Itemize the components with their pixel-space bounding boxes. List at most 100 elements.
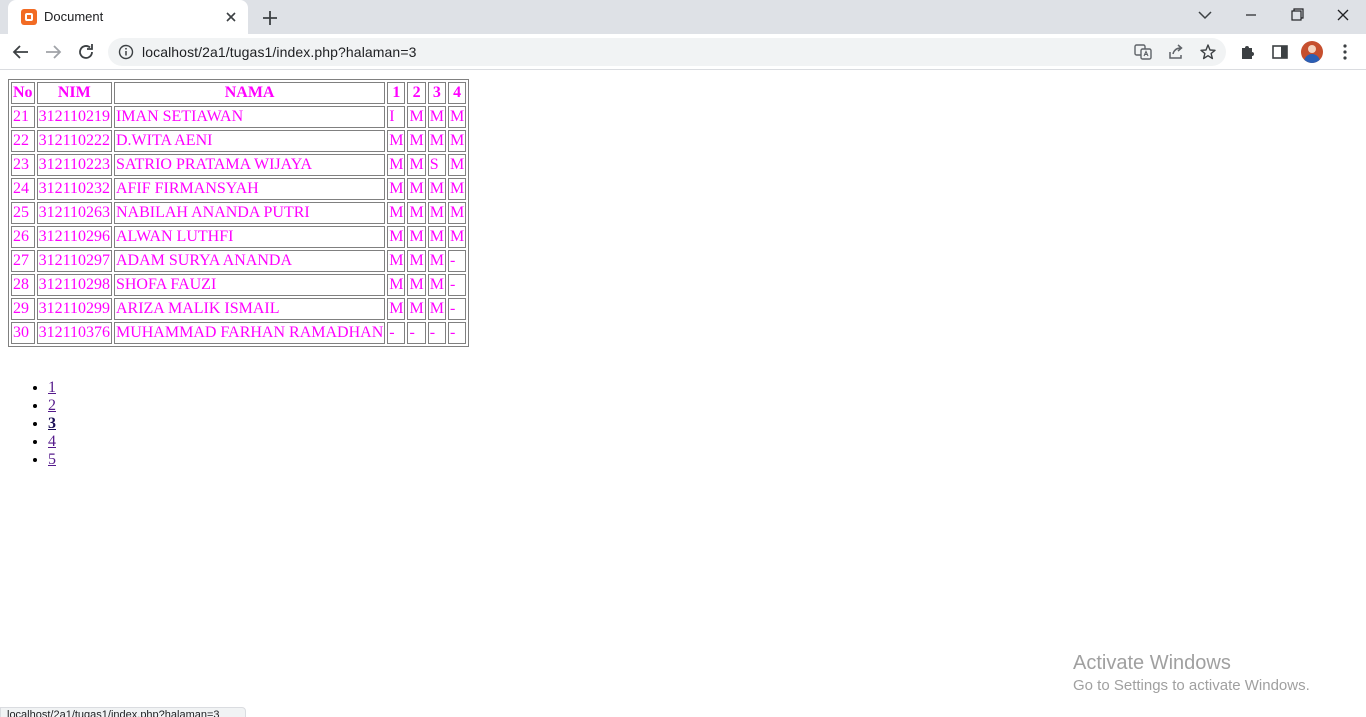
cell-nim: 312110263 — [36, 202, 112, 224]
cell-col-4: M — [447, 130, 467, 152]
cell-no: 26 — [11, 226, 35, 248]
cell-col-1: M — [387, 298, 406, 320]
close-tab-icon[interactable] — [221, 7, 241, 27]
table-row: 24 312110232 AFIF FIRMANSYAH M M M M — [11, 178, 467, 200]
avatar[interactable] — [1301, 41, 1323, 63]
page-link-5[interactable]: 5 — [48, 451, 56, 468]
cell-col-2: M — [407, 178, 426, 200]
header-col-4: 4 — [447, 82, 467, 104]
page-link-2[interactable]: 2 — [48, 397, 56, 414]
cell-col-1: M — [387, 178, 406, 200]
cell-col-2: M — [407, 226, 426, 248]
cell-nama: MUHAMMAD FARHAN RAMADHAN — [113, 322, 386, 344]
cell-nama: IMAN SETIAWAN — [113, 106, 386, 128]
address-bar[interactable]: localhost/2a1/tugas1/index.php?halaman=3 — [108, 38, 1226, 66]
header-nim: NIM — [36, 82, 112, 104]
puzzle-icon[interactable] — [1235, 39, 1261, 65]
pagination-item: 2 — [48, 397, 56, 415]
kebab-menu-icon[interactable] — [1332, 39, 1358, 65]
watermark-subtitle: Go to Settings to activate Windows. — [1073, 677, 1310, 694]
side-panel-icon[interactable] — [1267, 39, 1293, 65]
back-arrow-icon[interactable] — [8, 39, 34, 65]
page-link-1[interactable]: 1 — [48, 379, 56, 396]
cell-col-2: M — [407, 202, 426, 224]
tab-search-chevron-down-icon[interactable] — [1182, 0, 1228, 30]
cell-col-2: M — [407, 130, 426, 152]
cell-nim: 312110376 — [36, 322, 112, 344]
cell-col-2: M — [407, 298, 426, 320]
cell-col-1: M — [387, 226, 406, 248]
cell-no: 25 — [11, 202, 35, 224]
new-tab-plus-icon[interactable] — [258, 6, 282, 30]
share-icon[interactable] — [1166, 42, 1186, 62]
cell-col-2: M — [407, 274, 426, 296]
pagination-item: 5 — [48, 451, 56, 469]
cell-no: 28 — [11, 274, 35, 296]
info-icon[interactable] — [118, 44, 134, 60]
table-row: 28 312110298 SHOFA FAUZI M M M - — [11, 274, 467, 296]
cell-col-3: M — [427, 250, 446, 272]
cell-no: 27 — [11, 250, 35, 272]
cell-col-3: M — [427, 178, 446, 200]
table-row: 29 312110299 ARIZA MALIK ISMAIL M M M - — [11, 298, 467, 320]
page-content: No NIM NAMA 1 2 3 4 21 312110219 IMAN SETI… — [0, 71, 1366, 717]
table-row: 26 312110296 ALWAN LUTHFI M M M M — [11, 226, 467, 248]
header-col-1: 1 — [387, 82, 406, 104]
cell-nim: 312110297 — [36, 250, 112, 272]
cell-nama: SHOFA FAUZI — [113, 274, 386, 296]
cell-no: 23 — [11, 154, 35, 176]
cell-col-1: - — [387, 322, 406, 344]
cell-col-3: M — [427, 130, 446, 152]
header-col-2: 2 — [407, 82, 426, 104]
cell-no: 24 — [11, 178, 35, 200]
header-nama: NAMA — [113, 82, 386, 104]
address-bar-url[interactable]: localhost/2a1/tugas1/index.php?halaman=3 — [142, 44, 416, 60]
close-window-icon[interactable] — [1320, 0, 1366, 30]
cell-col-1: M — [387, 274, 406, 296]
cell-nama: ALWAN LUTHFI — [113, 226, 386, 248]
cell-col-3: M — [427, 298, 446, 320]
cell-col-3: - — [427, 322, 446, 344]
cell-col-2: M — [407, 106, 426, 128]
cell-no: 29 — [11, 298, 35, 320]
header-col-3: 3 — [427, 82, 446, 104]
cell-nama: NABILAH ANANDA PUTRI — [113, 202, 386, 224]
cell-col-3: M — [427, 274, 446, 296]
cell-col-4: - — [447, 274, 467, 296]
pagination-item: 4 — [48, 433, 56, 451]
cell-col-3: M — [427, 202, 446, 224]
watermark-title: Activate Windows — [1073, 652, 1231, 674]
xampp-icon — [21, 9, 37, 25]
restore-window-icon[interactable] — [1274, 0, 1320, 30]
table-row: 27 312110297 ADAM SURYA ANANDA M M M - — [11, 250, 467, 272]
browser-toolbar: localhost/2a1/tugas1/index.php?halaman=3 — [0, 34, 1366, 70]
forward-arrow-icon[interactable] — [40, 39, 66, 65]
cell-col-4: - — [447, 298, 467, 320]
translate-icon[interactable] — [1133, 42, 1153, 62]
cell-no: 22 — [11, 130, 35, 152]
cell-col-2: M — [407, 154, 426, 176]
page-link-3[interactable]: 3 — [48, 415, 56, 432]
reload-icon[interactable] — [73, 39, 99, 65]
student-table: No NIM NAMA 1 2 3 4 21 312110219 IMAN SETI… — [8, 79, 470, 347]
cell-nim: 312110296 — [36, 226, 112, 248]
page-link-4[interactable]: 4 — [48, 433, 56, 450]
cell-col-4: M — [447, 106, 467, 128]
minimize-icon[interactable] — [1228, 0, 1274, 30]
cell-nama: ARIZA MALIK ISMAIL — [113, 298, 386, 320]
browser-tab[interactable]: Document — [8, 0, 248, 34]
activate-windows-watermark: Activate Windows Go to Settings to activ… — [1073, 651, 1310, 696]
cell-no: 30 — [11, 322, 35, 344]
star-icon[interactable] — [1198, 42, 1218, 62]
table-row: 22 312110222 D.WITA AENI M M M M — [11, 130, 467, 152]
tab-title: Document — [44, 9, 104, 24]
cell-nim: 312110232 — [36, 178, 112, 200]
cell-col-4: - — [447, 250, 467, 272]
pagination-item: 3 — [48, 415, 56, 433]
cell-col-4: M — [447, 202, 467, 224]
cell-nama: ADAM SURYA ANANDA — [113, 250, 386, 272]
cell-col-2: - — [407, 322, 426, 344]
cell-col-4: M — [447, 226, 467, 248]
tab-strip: Document — [0, 0, 1366, 34]
cell-nama: D.WITA AENI — [113, 130, 386, 152]
